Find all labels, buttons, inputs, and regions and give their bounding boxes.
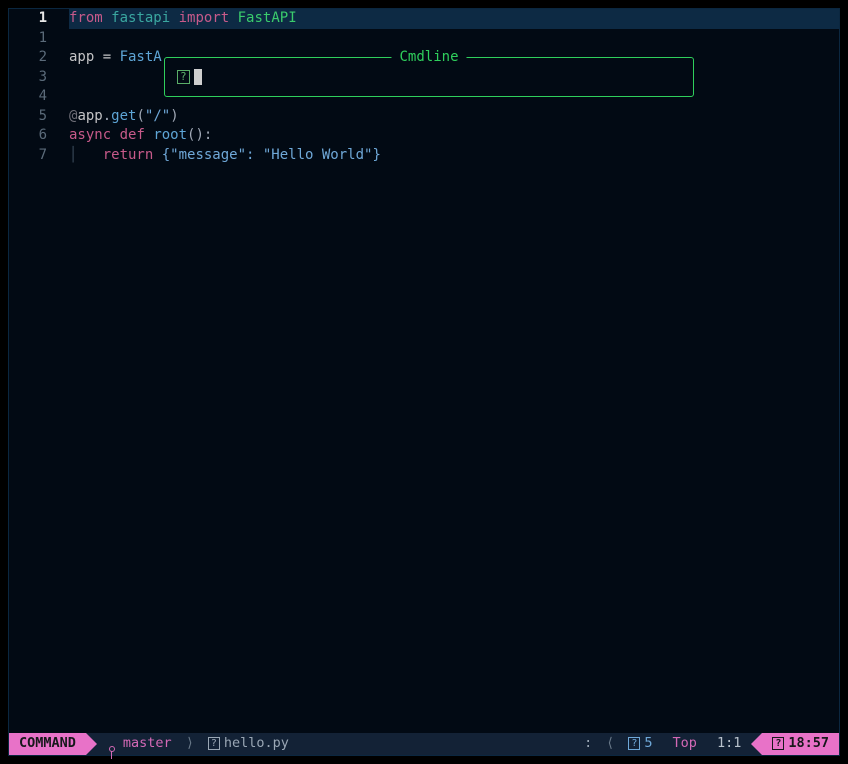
code-line[interactable] [69, 29, 839, 49]
status-file[interactable]: ? hello.py [198, 733, 299, 755]
line-number: 6 [9, 126, 47, 146]
editor-viewport[interactable]: 1 1 2 3 4 5 6 7 from fastapi import Fast… [9, 9, 839, 733]
status-mode: COMMAND [9, 733, 86, 755]
diagnostic-icon: ? [628, 737, 640, 750]
status-file-name: hello.py [224, 734, 289, 754]
line-number: 2 [9, 48, 47, 68]
cmdline-prompt-icon: ? [177, 70, 190, 84]
clock-icon: ? [772, 737, 784, 750]
separator-icon: ⟨ [602, 733, 618, 755]
line-number: 7 [9, 146, 47, 166]
line-number: 4 [9, 87, 47, 107]
cmdline-cursor [194, 69, 202, 85]
line-number: 1 [9, 29, 47, 49]
line-number: 1 [9, 9, 47, 29]
status-diagnostics[interactable]: ? 5 [618, 733, 662, 755]
code-line[interactable]: from fastapi import FastAPI [69, 9, 839, 29]
git-branch-name: master [123, 734, 172, 754]
status-line: COMMAND master ⟩ ? hello.py : ⟨ ? 5 Top … [9, 733, 839, 755]
code-line[interactable]: async def root(): [69, 126, 839, 146]
cmdline-window[interactable]: Cmdline ? [164, 57, 694, 97]
editor-frame: 1 1 2 3 4 5 6 7 from fastapi import Fast… [8, 8, 840, 756]
status-spacer [299, 733, 574, 755]
status-line-col: 1:1 [707, 733, 751, 755]
status-clock: ? 18:57 [762, 733, 839, 755]
line-number: 3 [9, 68, 47, 88]
line-number-gutter: 1 1 2 3 4 5 6 7 [9, 9, 57, 733]
status-scroll-position: Top [663, 733, 707, 755]
separator-icon [751, 733, 762, 755]
diagnostic-count: 5 [644, 734, 652, 754]
filetype-icon: ? [208, 737, 220, 750]
line-number: 5 [9, 107, 47, 127]
code-line[interactable]: │ return {"message": "Hello World"} [69, 146, 839, 166]
clock-time: 18:57 [788, 734, 829, 754]
status-cmd-indicator: : [574, 733, 602, 755]
status-git-branch[interactable]: master [97, 733, 182, 755]
separator-icon: ⟩ [182, 733, 198, 755]
code-line[interactable]: @app.get("/") [69, 107, 839, 127]
separator-icon [86, 733, 97, 755]
cmdline-title: Cmdline [391, 48, 466, 68]
